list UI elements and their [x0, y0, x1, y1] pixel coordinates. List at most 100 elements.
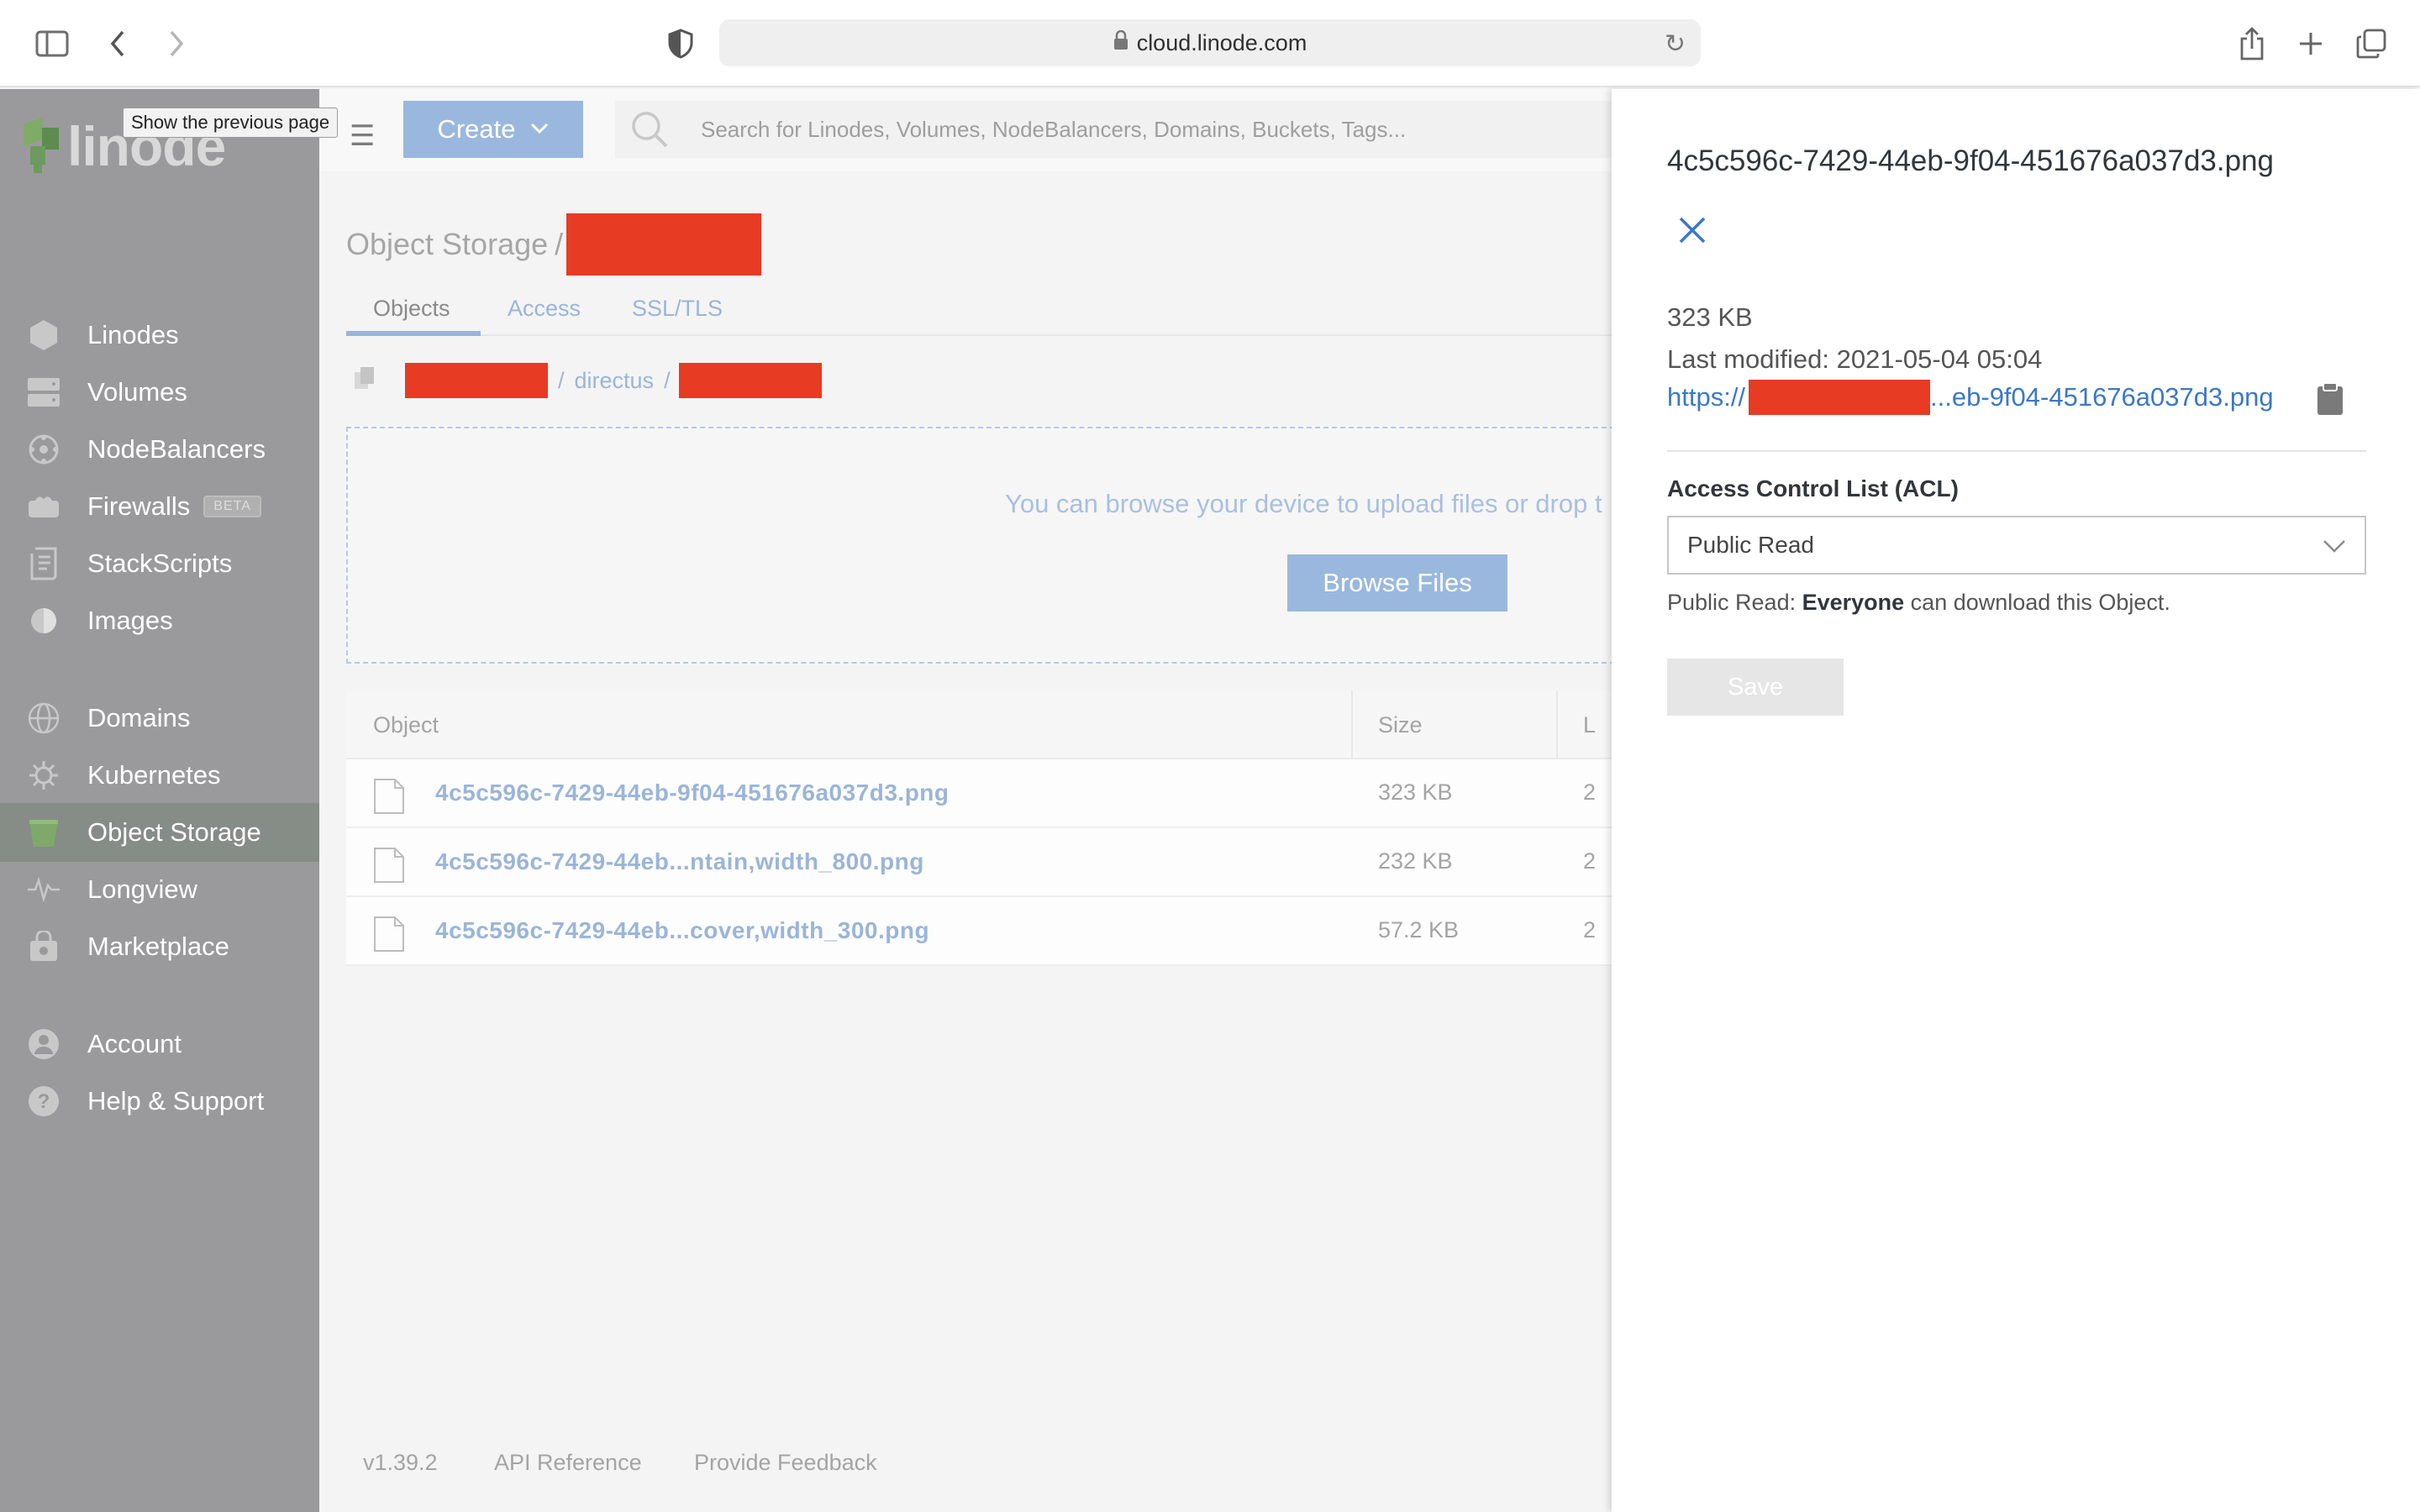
object-size: 323 KB: [1667, 302, 1753, 332]
acl-select[interactable]: Public Read: [1667, 516, 2366, 575]
sidebar: linode Show the previous page Linodes Vol…: [0, 89, 339, 1512]
sidebar-item-label: Marketplace: [87, 932, 229, 961]
divider: [1667, 450, 2366, 452]
object-size: 232 KB: [1378, 848, 1453, 874]
sidebar-item-linodes[interactable]: Linodes: [0, 306, 319, 365]
lock-icon: [1113, 29, 1128, 56]
column-object[interactable]: Object: [373, 712, 439, 738]
hexagon-icon: [27, 318, 60, 352]
sidebar-toggle-icon[interactable]: [32, 24, 72, 64]
column-divider: [1351, 690, 1353, 759]
sidebar-item-help-support[interactable]: ? Help & Support: [0, 1072, 319, 1131]
image-icon: [27, 604, 60, 638]
path-separator: /: [558, 367, 565, 393]
dropzone-text: You can browse your device to upload fil…: [1005, 489, 1602, 518]
sidebar-item-label: NodeBalancers: [87, 434, 266, 464]
redacted-path-folder: [678, 363, 822, 398]
acl-help-suffix: can download this Object.: [1904, 590, 2170, 615]
firewall-icon: [27, 490, 60, 523]
create-button[interactable]: Create: [403, 101, 583, 158]
object-details-drawer: 4c5c596c-7429-44eb-9f04-451676a037d3.png…: [1612, 89, 2420, 1512]
sidebar-item-nodebalancers[interactable]: NodeBalancers: [0, 420, 319, 479]
sidebar-item-images[interactable]: Images: [0, 591, 319, 650]
chevron-down-icon: [2321, 533, 2348, 565]
table-row[interactable]: 4c5c596c-7429-44eb-9f04-451676a037d3.png…: [346, 759, 1632, 828]
tab-bar: Objects Access SSL/TLS: [346, 287, 1615, 336]
search-icon: [630, 110, 669, 149]
sidebar-item-stackscripts[interactable]: StackScripts: [0, 534, 319, 593]
share-icon[interactable]: [2232, 24, 2272, 64]
new-tab-icon[interactable]: [2291, 24, 2331, 64]
object-url-link[interactable]: https:// ...eb-9f04-451676a037d3.png: [1667, 380, 2274, 415]
object-name-link[interactable]: 4c5c596c-7429-44eb...cover,width_300.png: [435, 917, 929, 944]
nodebalancer-icon: [27, 433, 60, 466]
privacy-shield-icon[interactable]: [660, 24, 701, 64]
sidebar-item-longview[interactable]: Longview: [0, 860, 319, 919]
kubernetes-icon: [27, 759, 60, 792]
api-reference-link[interactable]: API Reference: [494, 1450, 642, 1476]
acl-help-emphasis: Everyone: [1802, 590, 1905, 615]
object-last-modified: 2: [1583, 917, 1597, 942]
object-size: 57.2 KB: [1378, 917, 1460, 942]
sidebar-item-marketplace[interactable]: Marketplace: [0, 917, 319, 976]
table-header: Object Size L: [346, 690, 1632, 759]
object-name-link[interactable]: 4c5c596c-7429-44eb...ntain,width_800.png: [435, 848, 924, 875]
object-size: 323 KB: [1378, 780, 1453, 805]
object-name-link[interactable]: 4c5c596c-7429-44eb-9f04-451676a037d3.png: [435, 780, 950, 806]
drawer-title: 4c5c596c-7429-44eb-9f04-451676a037d3.png: [1667, 144, 2274, 177]
tab-objects[interactable]: Objects: [373, 296, 450, 322]
sidebar-item-volumes[interactable]: Volumes: [0, 363, 319, 422]
volume-icon: [27, 375, 60, 409]
reload-icon[interactable]: ↻: [1665, 29, 1686, 59]
provide-feedback-link[interactable]: Provide Feedback: [694, 1450, 877, 1476]
beta-badge: BETA: [203, 496, 261, 517]
sidebar-item-domains[interactable]: Domains: [0, 689, 319, 748]
linode-logo-icon: [24, 117, 62, 173]
address-bar[interactable]: cloud.linode.com ↻: [719, 19, 1701, 66]
bucket-icon: [27, 816, 60, 849]
tab-overview-icon[interactable]: [2351, 24, 2391, 64]
column-divider: [1556, 690, 1558, 759]
copy-icon[interactable]: [353, 365, 376, 396]
url-suffix: ...eb-9f04-451676a037d3.png: [1930, 382, 2274, 412]
url-text: cloud.linode.com: [1136, 29, 1307, 55]
column-size[interactable]: Size: [1378, 712, 1423, 738]
upload-dropzone[interactable]: You can browse your device to upload fil…: [346, 427, 1632, 664]
objects-table: Object Size L 4c5c596c-7429-44eb-9f04-45…: [346, 690, 1632, 966]
sidebar-item-label: Images: [87, 606, 173, 635]
sidebar-item-firewalls[interactable]: Firewalls BETA: [0, 477, 319, 536]
save-button[interactable]: Save: [1667, 659, 1844, 716]
sidebar-item-label: Longview: [87, 874, 197, 904]
clipboard-icon[interactable]: [2316, 381, 2344, 417]
breadcrumb: Object Storage /: [346, 213, 762, 276]
redacted-bucket-name: [566, 213, 762, 276]
tab-access[interactable]: Access: [508, 296, 581, 322]
menu-icon[interactable]: ☰: [350, 119, 375, 153]
breadcrumb-root[interactable]: Object Storage: [346, 227, 548, 262]
globe-icon: [27, 701, 60, 735]
tab-ssl-tls[interactable]: SSL/TLS: [632, 296, 723, 322]
table-row[interactable]: 4c5c596c-7429-44eb...cover,width_300.png…: [346, 897, 1632, 966]
script-icon: [27, 547, 60, 580]
back-icon[interactable]: [97, 24, 138, 64]
path-folder-directus[interactable]: directus: [575, 368, 655, 394]
active-tab-indicator: [346, 331, 481, 336]
sidebar-item-label: Volumes: [87, 377, 187, 407]
sidebar-item-label: StackScripts: [87, 549, 233, 578]
sidebar-item-label: Object Storage: [87, 817, 261, 847]
sidebar-item-account[interactable]: Account: [0, 1015, 319, 1074]
sidebar-item-object-storage[interactable]: Object Storage: [0, 803, 319, 862]
sidebar-item-kubernetes[interactable]: Kubernetes: [0, 746, 319, 805]
create-label: Create: [437, 114, 516, 144]
acl-selected-value: Public Read: [1687, 532, 1814, 558]
column-last-modified[interactable]: L: [1583, 712, 1596, 738]
table-row[interactable]: 4c5c596c-7429-44eb...ntain,width_800.png…: [346, 828, 1632, 897]
search-input[interactable]: Search for Linodes, Volumes, NodeBalance…: [615, 101, 1615, 158]
file-icon: [373, 847, 405, 884]
forward-icon[interactable]: [156, 24, 197, 64]
url-prefix: https://: [1667, 382, 1746, 412]
browse-files-button[interactable]: Browse Files: [1287, 554, 1507, 612]
object-last-modified: Last modified: 2021-05-04 05:04: [1667, 344, 2043, 374]
close-icon[interactable]: [1676, 213, 1709, 247]
search-placeholder: Search for Linodes, Volumes, NodeBalance…: [701, 116, 1407, 142]
